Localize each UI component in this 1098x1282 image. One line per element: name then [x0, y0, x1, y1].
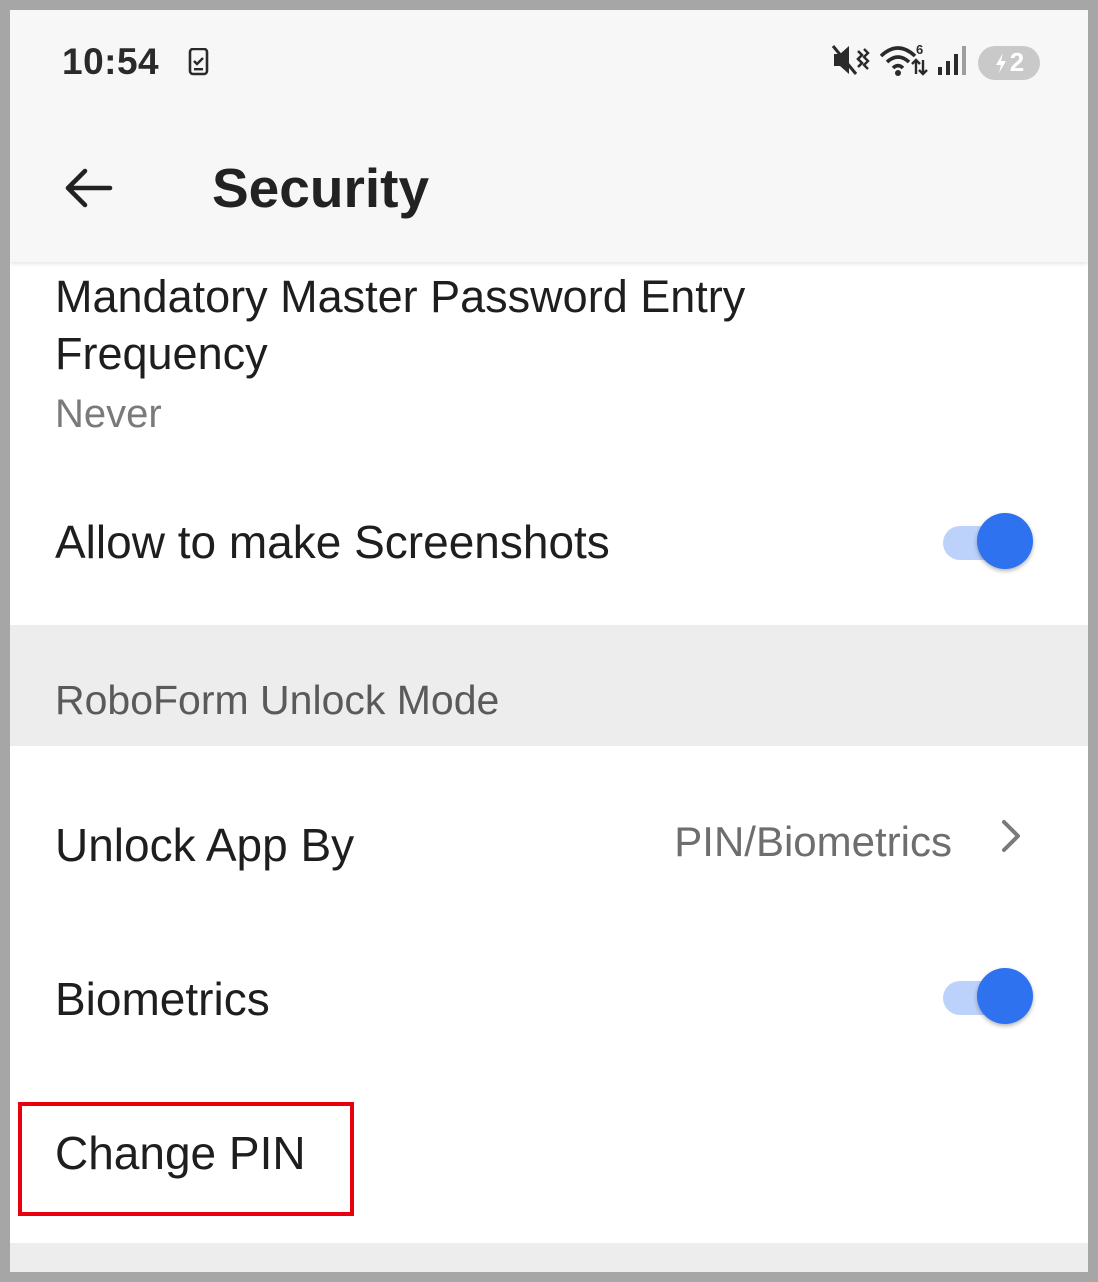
back-arrow-icon: [65, 168, 113, 208]
battery-level: 2: [1009, 47, 1025, 77]
wifi-6-icon: 6: [878, 42, 928, 83]
screenshots-toggle[interactable]: [943, 511, 1033, 571]
section-divider: [10, 1243, 1088, 1272]
password-frequency-value: Never: [55, 392, 162, 436]
signal-icon: [936, 43, 970, 82]
page-title: Security: [212, 157, 430, 219]
biometrics-setting[interactable]: Biometrics: [10, 916, 1088, 1076]
section-header-label: RoboForm Unlock Mode: [55, 677, 500, 723]
screen: 10:54 6 2 Security Mandatory Master Pass…: [10, 10, 1088, 1272]
back-button[interactable]: [58, 158, 118, 218]
screenshots-setting[interactable]: Allow to make Screenshots: [10, 465, 1088, 625]
status-time: 10:54: [62, 41, 160, 82]
toggle-thumb: [977, 968, 1033, 1024]
unlock-app-by-value: PIN/Biometrics: [674, 818, 952, 865]
chevron-right-icon: [996, 816, 1026, 856]
phone-clipboard-icon: [188, 47, 210, 81]
status-icons: 6 2: [831, 42, 1040, 83]
highlight-box: [18, 1102, 354, 1216]
section-header: RoboForm Unlock Mode: [10, 625, 1088, 746]
screenshots-label: Allow to make Screenshots: [55, 516, 610, 568]
mute-vibrate-icon: [831, 43, 870, 82]
biometrics-label: Biometrics: [55, 973, 270, 1025]
biometrics-toggle[interactable]: [943, 966, 1033, 1026]
app-header: 10:54 6 2 Security: [10, 10, 1088, 262]
toggle-thumb: [977, 513, 1033, 569]
svg-text:6: 6: [916, 42, 923, 57]
battery-charging-icon: 2: [978, 45, 1040, 80]
unlock-app-by-label: Unlock App By: [55, 819, 355, 871]
password-frequency-label: Mandatory Master Password Entry Frequenc…: [55, 271, 746, 379]
